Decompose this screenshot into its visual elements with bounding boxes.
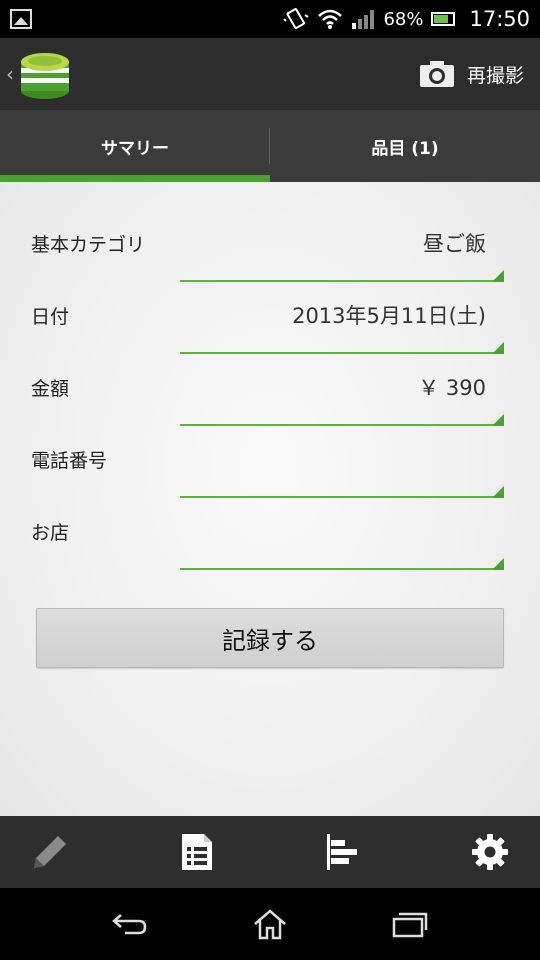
field-label: 日付 — [31, 306, 70, 328]
wifi-icon — [318, 9, 343, 29]
field-label: 電話番号 — [31, 450, 108, 472]
date-value[interactable]: 2013年5月11日(土) — [292, 300, 486, 330]
tab-summary[interactable]: サマリー — [0, 110, 270, 182]
home-icon — [254, 909, 286, 940]
recent-apps-icon — [392, 912, 428, 938]
back-icon — [112, 914, 147, 935]
battery-icon — [431, 12, 456, 26]
spinner-underline — [180, 342, 504, 354]
spinner-underline — [180, 486, 504, 498]
field-label: 基本カテゴリ — [31, 234, 146, 256]
home-button[interactable] — [240, 899, 300, 949]
camera-icon — [419, 61, 454, 87]
phone-field[interactable]: 電話番号 — [0, 432, 540, 504]
spinner-underline — [180, 414, 504, 426]
bottom-toolbar — [0, 816, 540, 888]
battery-percent: 68% — [383, 8, 424, 30]
settings-button[interactable] — [466, 828, 514, 876]
tab-label: 品目 (1) — [371, 138, 439, 159]
field-label: お店 — [31, 522, 70, 544]
record-button[interactable]: 記録する — [36, 608, 504, 668]
spinner-underline — [180, 270, 504, 282]
recent-apps-button[interactable] — [380, 899, 440, 949]
receipt-list-button[interactable] — [173, 828, 221, 876]
category-value[interactable]: 昼ご飯 — [423, 228, 486, 258]
signal-icon — [352, 10, 375, 29]
retake-label: 再撮影 — [466, 64, 524, 87]
chart-button[interactable] — [319, 828, 367, 876]
spinner-underline — [180, 558, 504, 570]
status-bar: 68% 17:50 — [0, 0, 540, 38]
pen-button[interactable] — [26, 828, 74, 876]
field-label: 金額 — [31, 378, 70, 400]
picture-icon — [10, 9, 32, 29]
gear-icon — [471, 834, 508, 870]
amount-value[interactable]: ￥ 390 — [418, 372, 486, 402]
tab-label: サマリー — [101, 138, 169, 159]
date-field[interactable]: 日付 2013年5月11日(土) — [0, 288, 540, 360]
bar-chart-icon — [327, 834, 358, 870]
shop-field[interactable]: お店 — [0, 504, 540, 576]
amount-field[interactable]: 金額 ￥ 390 — [0, 360, 540, 432]
up-chevron-icon[interactable]: ‹ — [6, 62, 14, 86]
summary-form: 基本カテゴリ 昼ご飯 日付 2013年5月11日(土) 金額 ￥ 390 電話番… — [0, 182, 540, 816]
tab-items[interactable]: 品目 (1) — [270, 110, 540, 182]
tab-bar: サマリー 品目 (1) — [0, 110, 540, 182]
category-field[interactable]: 基本カテゴリ 昼ご飯 — [0, 216, 540, 288]
back-button[interactable] — [100, 899, 160, 949]
tab-divider — [269, 128, 270, 164]
clock: 17:50 — [469, 7, 530, 31]
app-logo-icon[interactable] — [16, 46, 74, 102]
system-nav-bar — [0, 888, 540, 960]
vibrate-icon — [283, 8, 310, 30]
receipt-list-icon — [181, 834, 212, 870]
pen-icon — [34, 836, 66, 868]
action-bar: ‹ 再撮影 — [0, 38, 540, 110]
retake-button[interactable]: 再撮影 — [419, 59, 534, 89]
